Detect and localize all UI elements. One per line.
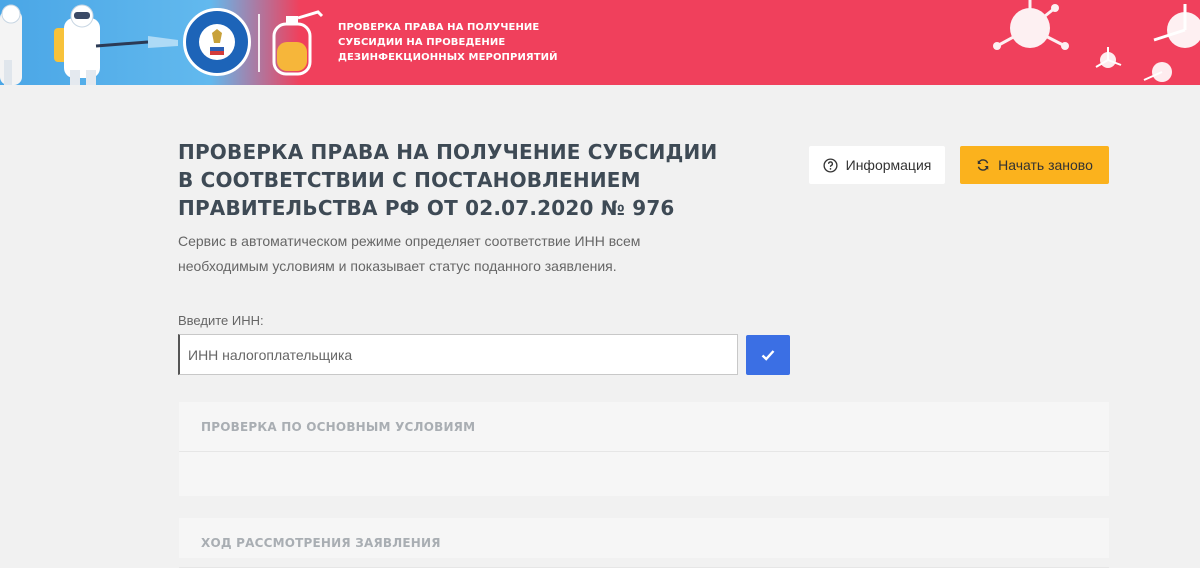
fns-logo-icon: [183, 8, 251, 76]
main-conditions-panel: ПРОВЕРКА ПО ОСНОВНЫМ УСЛОВИЯМ: [179, 402, 1109, 496]
header-banner: ПРОВЕРКА ПРАВА НА ПОЛУЧЕНИЕ СУБСИДИИ НА …: [0, 0, 1200, 85]
info-button[interactable]: Информация: [809, 146, 945, 184]
disinfection-worker-icon: [54, 4, 178, 85]
page-title: ПРОВЕРКА ПРАВА НА ПОЛУЧЕНИЕ СУБСИДИИ В С…: [178, 140, 718, 220]
worker-figure-left-icon: [0, 4, 22, 85]
inn-input[interactable]: [178, 334, 738, 375]
banner-divider: [258, 14, 260, 72]
application-progress-panel: ХОД РАССМОТРЕНИЯ ЗАЯВЛЕНИЯ: [179, 518, 1109, 568]
question-circle-icon: [823, 157, 838, 173]
banner-title: ПРОВЕРКА ПРАВА НА ПОЛУЧЕНИЕ СУБСИДИИ НА …: [338, 22, 558, 63]
virus-decoration-right-icon: [1143, 4, 1200, 82]
info-button-label: Информация: [845, 157, 932, 173]
virus-decoration-icon: [993, 0, 1069, 50]
refresh-icon: [977, 159, 989, 171]
application-progress-header: ХОД РАССМОТРЕНИЯ ЗАЯВЛЕНИЯ: [179, 518, 1109, 568]
inn-label: Введите ИНН:: [178, 313, 264, 328]
restart-button[interactable]: Начать заново: [960, 146, 1109, 184]
page-description: Сервис в автоматическом режиме определяе…: [178, 233, 641, 274]
restart-button-label: Начать заново: [998, 157, 1093, 173]
main-conditions-header: ПРОВЕРКА ПО ОСНОВНЫМ УСЛОВИЯМ: [179, 402, 1109, 452]
virus-decoration-small-icon: [1095, 47, 1122, 68]
sprayer-canister-icon: [272, 10, 324, 76]
checkmark-icon: [761, 350, 775, 361]
submit-inn-button[interactable]: [746, 335, 790, 375]
